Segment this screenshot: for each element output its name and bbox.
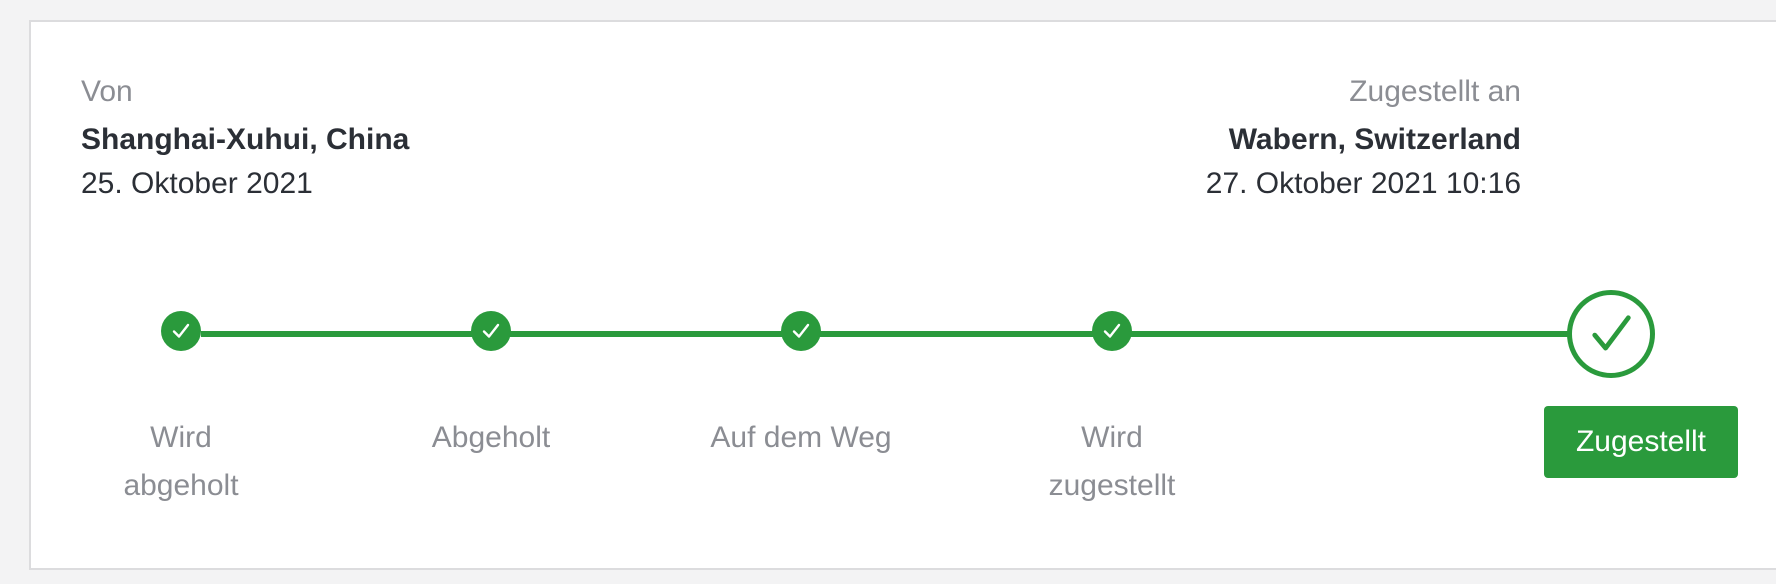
step-5-check — [1567, 290, 1655, 378]
origin-place: Shanghai-Xuhui, China — [81, 123, 410, 156]
step-4-check — [1092, 311, 1132, 351]
check-icon — [1103, 323, 1121, 338]
check-icon — [482, 323, 500, 338]
shipment-card: Von Shanghai-Xuhui, China 25. Oktober 20… — [29, 20, 1776, 570]
origin-block: Von Shanghai-Xuhui, China 25. Oktober 20… — [81, 72, 409, 206]
check-icon — [792, 323, 810, 338]
destination-label: Zugestellt an — [1349, 75, 1521, 108]
status-zugestellt-button[interactable]: Zugestellt — [1544, 406, 1738, 478]
step-label-auf-dem-weg: Auf dem Weg — [710, 421, 892, 454]
origin-date: 25. Oktober 2021 — [81, 167, 313, 200]
destination-block: Zugestellt an Wabern, Switzerland 27. Ok… — [1206, 72, 1521, 206]
check-icon — [172, 323, 190, 338]
progress-track — [201, 331, 1651, 337]
step-label-abgeholt: Abgeholt — [431, 421, 551, 454]
step-label-wird-zugestellt: Wird zugestellt — [1048, 421, 1176, 502]
check-icon — [1592, 315, 1631, 351]
destination-date: 27. Oktober 2021 10:16 — [1205, 167, 1521, 200]
step-3-check — [781, 311, 821, 351]
destination-place: Wabern, Switzerland — [1228, 123, 1521, 156]
step-1-check — [161, 311, 201, 351]
origin-label: Von — [81, 75, 133, 108]
step-2-check — [471, 311, 511, 351]
step-label-wird-abgeholt: Wird abgeholt — [123, 421, 239, 502]
